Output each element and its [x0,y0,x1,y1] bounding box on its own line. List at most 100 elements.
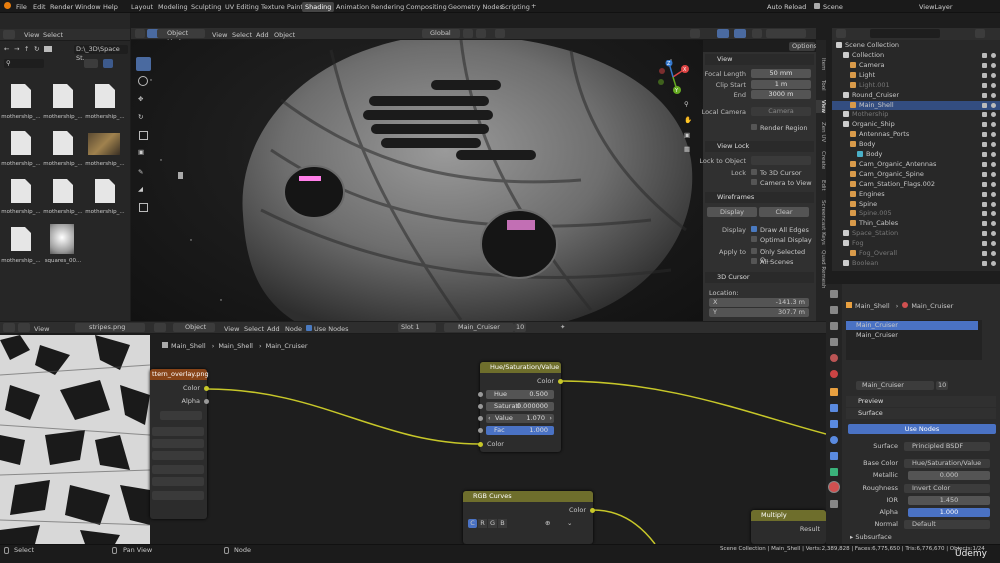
blender-logo-icon[interactable] [4,2,11,9]
outliner-item-fog-overall[interactable]: Fog_Overall [832,249,1000,258]
viewport-menu-object[interactable]: Object [274,31,295,39]
visibility-eye-icon[interactable] [991,72,996,78]
physics-props-icon[interactable] [830,436,838,444]
material-props-icon[interactable] [829,482,839,492]
particles-props-icon[interactable] [830,420,838,428]
visibility-eye-icon[interactable] [991,122,996,128]
outliner-item-space-station[interactable]: Space_Station [832,229,1000,238]
node-menu-view[interactable]: View [224,325,239,333]
file-label[interactable]: mothership_... [43,209,83,215]
object-props-icon[interactable] [830,388,838,396]
surface-section-header[interactable]: Surface [846,408,996,419]
value-increment-icon[interactable]: › [549,414,552,423]
navigation-gizmo[interactable]: X Y Z [655,59,691,94]
file-label[interactable]: mothership_... [1,258,41,264]
outliner-editor-type-icon[interactable] [836,29,846,38]
visibility-icon[interactable] [690,29,700,38]
pan-hand-icon[interactable]: ✋ [684,116,692,124]
outliner-item-light[interactable]: Light [832,71,1000,80]
add-cube-tool-icon[interactable] [139,203,148,212]
file-label[interactable]: squares_00... [43,258,83,264]
forward-arrow-icon[interactable]: → [14,45,19,53]
image-datablock-icons[interactable] [160,411,202,420]
render-visibility-icon[interactable] [982,191,987,197]
tab-rendering[interactable]: Rendering [368,2,407,12]
render-visibility-icon[interactable] [982,181,987,187]
visibility-eye-icon[interactable] [991,132,996,138]
3d-viewport[interactable] [131,34,703,325]
material-selector[interactable]: Main_Cruiser [444,323,514,332]
cursor-x-field[interactable]: X -141.3 m [709,298,809,307]
visibility-eye-icon[interactable] [991,231,996,237]
outliner-item-fog[interactable]: Fog [832,239,1000,248]
roughness-field[interactable]: Invert Color [904,484,990,493]
outliner-item-round-cruiser[interactable]: Round_Cruiser [832,91,1000,100]
alpha-mode-dropdown[interactable] [152,477,204,486]
tab-scripting[interactable]: Scripting [498,2,533,12]
outliner-item-collection[interactable]: Collection [832,51,1000,60]
use-nodes-checkbox[interactable] [306,325,312,331]
editor-type-icon[interactable] [3,30,15,39]
outliner-item-main-shell[interactable]: Main_Shell [832,100,1000,110]
pivot-icon[interactable] [463,29,473,38]
subsurface-subpanel[interactable]: ▸ Subsurface [850,533,892,542]
view-layer-selector[interactable]: ViewLayer [919,3,953,11]
curve-channel-b-button[interactable]: B [498,519,507,528]
file-label[interactable]: mothership_... [85,209,125,215]
menu-edit[interactable]: Edit [33,3,46,11]
render-region-checkbox[interactable] [751,124,757,130]
tab-geometry-nodes[interactable]: Geometry Nodes [445,2,506,12]
options-dropdown[interactable]: Options [789,42,817,51]
back-arrow-icon[interactable]: ← [4,45,9,53]
visibility-eye-icon[interactable] [991,260,996,266]
refresh-icon[interactable]: ↻ [34,45,39,53]
visibility-eye-icon[interactable] [991,241,996,247]
hsv-node-header[interactable]: Hue/Saturation/Value [480,362,561,373]
local-camera-field[interactable]: Camera [751,107,811,116]
lock-to-object-field[interactable] [751,156,811,165]
file-thumb-icon[interactable] [11,227,31,251]
material-users-count[interactable]: 10 [514,323,526,332]
object-mode-dropdown[interactable]: Object Mode [157,29,205,46]
outliner-item-mothership[interactable]: Mothership [832,110,1000,119]
3d-cursor-section-header[interactable]: 3D Cursor [705,272,814,283]
hsv-color-input-socket[interactable] [478,442,483,447]
scene-selector[interactable]: Scene [823,3,843,11]
preview-section-header[interactable]: Preview [846,396,996,407]
visibility-eye-icon[interactable] [991,171,996,177]
curve-zoom-icon[interactable]: ⊕ [545,519,550,527]
visibility-eye-icon[interactable] [991,161,996,167]
file-thumb-icon[interactable] [11,131,31,155]
render-visibility-icon[interactable] [982,62,987,68]
image-editor-menu-view[interactable]: View [34,325,49,333]
use-nodes-button[interactable]: Use Nodes [848,424,996,434]
fac-input-socket[interactable] [478,428,483,433]
breadcrumb-object[interactable]: Main_Shell [171,342,206,350]
render-visibility-icon[interactable] [982,231,987,237]
scale-tool-icon[interactable] [139,131,148,140]
file-browser-menu-select[interactable]: Select [43,31,63,39]
render-preview-thumbnail[interactable] [88,133,120,155]
optimal-display-checkbox[interactable] [751,236,757,242]
slot-dropdown[interactable]: Slot 1 [398,323,436,332]
breadcrumb-material[interactable]: Main_Cruiser [266,342,308,350]
tab-uv-editing[interactable]: UV Editing [222,2,262,12]
node-menu-add[interactable]: Add [267,325,280,333]
tab-view[interactable]: View [816,100,826,114]
value-decrement-icon[interactable]: ‹ [488,414,491,423]
to-3d-cursor-checkbox[interactable] [751,169,757,175]
breadcrumb-mesh[interactable]: Main_Shell [218,342,253,350]
outliner-item-spine-005[interactable]: Spine.005 [832,209,1000,218]
node-canvas[interactable]: Main_Shell › Main_Shell › Main_Cruiser tte… [150,334,826,544]
gizmo-toggle-icon[interactable] [717,29,729,38]
outliner-filter-icon[interactable] [975,29,985,38]
render-visibility-icon[interactable] [982,102,987,108]
visibility-eye-icon[interactable] [991,221,996,227]
tab-zen-uv[interactable]: Zen UV [816,122,826,142]
search-input[interactable]: ⚲ [4,59,44,68]
render-visibility-icon[interactable] [982,152,987,157]
file-path-field[interactable]: D:\_3D\Space St... [74,45,128,62]
only-selected-checkbox[interactable] [751,248,757,254]
auto-reload-label[interactable]: Auto Reload [767,3,806,11]
hue-input-socket[interactable] [478,392,483,397]
